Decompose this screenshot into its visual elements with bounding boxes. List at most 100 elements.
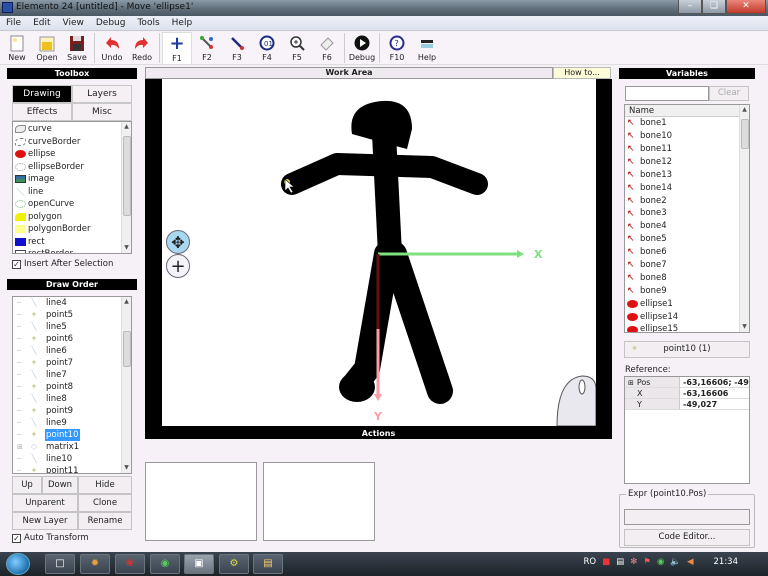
draw-order-item[interactable]: ┄ ✦ point9 xyxy=(13,405,131,417)
draw-order-item[interactable]: ┄ ╲ line10 xyxy=(13,453,131,465)
save-button[interactable]: Save xyxy=(62,32,92,65)
property-row-y[interactable]: Y -49,027 xyxy=(625,399,749,410)
move-mode-button[interactable]: ✥ xyxy=(166,230,190,254)
draw-order-item[interactable]: ┄ ✦ point5 xyxy=(13,309,131,321)
rotate-tool-button[interactable]: 01 F4 xyxy=(252,32,282,65)
taskbar-app-elemento[interactable]: ▣ xyxy=(184,554,214,574)
minimize-button[interactable]: – xyxy=(678,0,702,14)
draw-order-item[interactable]: ┄ ✦ point11 xyxy=(13,465,131,473)
menu-file[interactable]: File xyxy=(0,16,27,30)
taskbar-app-utorrent[interactable]: ◉ xyxy=(150,554,180,574)
variable-item[interactable]: ↖ bone6 xyxy=(625,246,749,259)
expand-icon[interactable]: ⊞ xyxy=(17,441,27,453)
close-button[interactable]: ✕ xyxy=(726,0,766,14)
code-editor-button[interactable]: Code Editor... xyxy=(624,529,750,546)
property-row-pos[interactable]: ⊞Pos-63,16606; -49,027 xyxy=(625,377,749,388)
line-tool-button[interactable]: F3 xyxy=(222,32,252,65)
draw-order-item[interactable]: ┄ ╲ line7 xyxy=(13,369,131,381)
toolbox-item-ellipseBorder[interactable]: ellipseBorder xyxy=(13,161,131,174)
taskbar-app-tools[interactable]: ⚙ xyxy=(219,554,249,574)
language-indicator[interactable]: RO xyxy=(584,557,597,567)
toolbox-item-polygonBorder[interactable]: polygonBorder xyxy=(13,223,131,236)
unparent-button[interactable]: Unparent xyxy=(12,494,78,512)
toolbox-item-curveBorder[interactable]: curveBorder xyxy=(13,136,131,149)
undo-button[interactable]: Undo xyxy=(97,32,127,65)
up-button[interactable]: Up xyxy=(12,476,42,494)
adobe-tray-icon[interactable]: ■ xyxy=(602,557,610,567)
bug-icon[interactable]: ✻ xyxy=(630,557,637,567)
action-slot-2[interactable] xyxy=(263,462,375,541)
help-button[interactable]: Help xyxy=(412,32,442,65)
variable-item[interactable]: ↖ bone14 xyxy=(625,181,749,194)
variables-scrollbar[interactable]: ▲ ▼ xyxy=(739,105,749,332)
taskbar-app-notepad[interactable]: □ xyxy=(45,554,75,574)
work-area-canvas[interactable]: X Y xyxy=(162,79,596,426)
name-column-header[interactable]: Name xyxy=(625,105,739,117)
utorrent-tray-icon[interactable]: ◉ xyxy=(657,557,664,567)
property-value[interactable]: -49,027 xyxy=(680,399,749,410)
redo-button[interactable]: Redo xyxy=(127,32,157,65)
variable-item[interactable]: ↖ bone13 xyxy=(625,169,749,182)
add-point-mode-button[interactable]: + xyxy=(166,254,190,278)
restore-button[interactable]: ❏ xyxy=(702,0,726,14)
toolbox-item-image[interactable]: image xyxy=(13,173,131,186)
toolbox-item-openCurve[interactable]: openCurve xyxy=(13,198,131,211)
variable-item[interactable]: ↖ bone7 xyxy=(625,259,749,272)
bone-tool-button[interactable]: F2 xyxy=(192,32,222,65)
draw-order-item[interactable]: ┄ ✦ point7 xyxy=(13,357,131,369)
volume-icon[interactable]: 🔈 xyxy=(670,557,681,567)
variable-item[interactable]: ↖ bone10 xyxy=(625,130,749,143)
clone-button[interactable]: Clone xyxy=(78,494,132,512)
hide-button[interactable]: Hide xyxy=(78,476,132,494)
expand-icon[interactable]: ⊞ xyxy=(628,379,634,387)
toolbox-item-curve[interactable]: curve xyxy=(13,123,131,136)
tab-drawing[interactable]: Drawing xyxy=(12,85,72,103)
selected-variable-button[interactable]: ✦ point10 (1) xyxy=(624,341,750,358)
draw-order-item[interactable]: ┄ ╲ line5 xyxy=(13,321,131,333)
toolbox-item-rect[interactable]: rect xyxy=(13,236,131,249)
menu-help[interactable]: Help xyxy=(166,16,199,30)
variable-item[interactable]: ↖ bone3 xyxy=(625,207,749,220)
figure-body[interactable] xyxy=(372,122,402,266)
menu-tools[interactable]: Tools xyxy=(131,16,165,30)
eraser-tool-button[interactable]: F6 xyxy=(312,32,342,65)
start-button[interactable] xyxy=(6,553,30,575)
open-button[interactable]: Open xyxy=(32,32,62,65)
toolbox-item-rectBorder[interactable]: rectBorder xyxy=(13,248,131,253)
figure-leg-left[interactable] xyxy=(342,241,400,397)
figure-leg-right[interactable] xyxy=(381,241,453,404)
zoom-tool-button[interactable]: F5 xyxy=(282,32,312,65)
taskbar-app-adobe[interactable]: ❀ xyxy=(115,554,145,574)
variable-item[interactable]: ↖ bone4 xyxy=(625,220,749,233)
new-button[interactable]: New xyxy=(2,32,32,65)
toolbox-scrollbar[interactable]: ▲ ▼ xyxy=(121,122,131,253)
draw-order-item[interactable]: ┄ ╲ line8 xyxy=(13,393,131,405)
figure-foot[interactable] xyxy=(339,372,375,402)
variable-item[interactable]: ↖ bone8 xyxy=(625,272,749,285)
speaker-icon[interactable]: ◀ xyxy=(687,557,694,567)
toolbox-item-polygon[interactable]: polygon xyxy=(13,211,131,224)
expr-input[interactable] xyxy=(624,509,750,525)
insert-after-selection-checkbox[interactable]: ✓ Insert After Selection xyxy=(12,259,113,269)
tab-effects[interactable]: Effects xyxy=(12,103,72,121)
variable-item[interactable]: ellipse1 xyxy=(625,297,749,310)
menu-view[interactable]: View xyxy=(57,16,90,30)
down-button[interactable]: Down xyxy=(42,476,78,494)
draw-order-item[interactable]: ⊞ ◇ matrix1 xyxy=(13,441,131,453)
move-tool-button[interactable]: + F1 xyxy=(162,32,192,65)
network-icon[interactable]: ▤ xyxy=(616,557,624,567)
action-slot-1[interactable] xyxy=(145,462,257,541)
taskbar-app-explorer[interactable]: ▤ xyxy=(253,554,283,574)
property-row-x[interactable]: X -63,16606 xyxy=(625,388,749,399)
menu-debug[interactable]: Debug xyxy=(90,16,132,30)
draw-order-item[interactable]: ┄ ╲ line4 xyxy=(13,297,131,309)
draw-order-item[interactable]: ┄ ✦ point10 xyxy=(13,429,131,441)
toolbox-item-ellipse[interactable]: ellipse xyxy=(13,148,131,161)
variable-item[interactable]: ↖ bone1 xyxy=(625,117,749,130)
variable-item[interactable]: ↖ bone2 xyxy=(625,194,749,207)
toolbox-item-line[interactable]: line xyxy=(13,186,131,199)
flag-icon[interactable]: ⚑ xyxy=(643,557,651,567)
variable-item[interactable]: ellipse14 xyxy=(625,310,749,323)
draw-order-item[interactable]: ┄ ╲ line6 xyxy=(13,345,131,357)
how-to-button[interactable]: How to... xyxy=(553,67,611,79)
